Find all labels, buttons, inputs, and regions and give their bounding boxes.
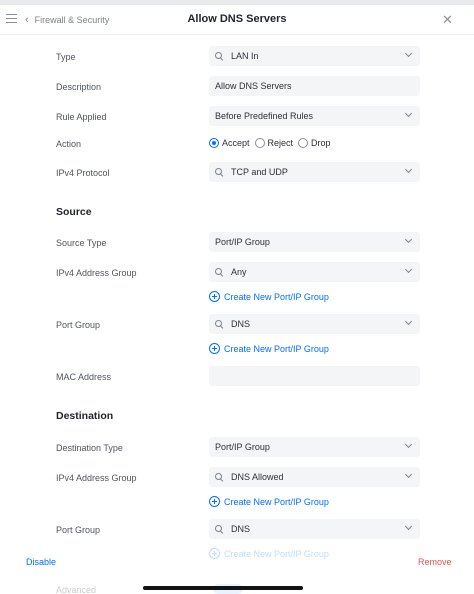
destination-address-group-value: DNS Allowed (231, 472, 284, 482)
header-bar: ‹ Firewall & Security Allow DNS Servers … (0, 5, 474, 35)
remove-button[interactable]: Remove (418, 557, 452, 567)
type-select[interactable]: LAN In (209, 46, 420, 66)
action-accept-label: Accept (222, 138, 250, 148)
source-port-group-label: Port Group (56, 320, 101, 330)
chevron-down-icon (404, 522, 413, 531)
destination-type-select[interactable]: Port/IP Group (209, 437, 420, 457)
chevron-down-icon (404, 235, 413, 244)
rule-applied-value: Before Predefined Rules (215, 111, 314, 121)
protocol-value: TCP and UDP (231, 167, 288, 177)
radio-selected-icon (209, 138, 219, 148)
search-icon (215, 319, 224, 329)
source-create-group-link-1[interactable]: Create New Port/IP Group (209, 291, 329, 302)
destination-type-label: Destination Type (56, 443, 123, 453)
destination-type-value: Port/IP Group (215, 442, 270, 452)
search-icon (215, 267, 224, 277)
chevron-down-icon (404, 165, 413, 174)
chevron-down-icon (404, 317, 413, 326)
create-group-label: Create New Port/IP Group (224, 548, 329, 559)
chevron-down-icon (404, 440, 413, 449)
action-label: Action (56, 139, 82, 149)
source-address-group-label: IPv4 Address Group (56, 268, 137, 278)
search-icon (215, 524, 224, 534)
type-value: LAN In (231, 51, 259, 61)
search-icon (215, 472, 224, 482)
chevron-down-icon (404, 49, 413, 58)
home-indicator (143, 586, 303, 590)
plus-circle-icon (209, 496, 220, 507)
mac-address-input[interactable] (209, 366, 420, 386)
destination-address-group-label: IPv4 Address Group (56, 473, 137, 483)
destination-port-group-select[interactable]: DNS (209, 519, 420, 539)
destination-port-group-label: Port Group (56, 525, 101, 535)
type-label: Type (56, 52, 76, 62)
source-address-group-value: Any (231, 267, 247, 277)
radio-icon (254, 138, 265, 148)
destination-heading: Destination (56, 410, 114, 422)
action-radio-accept[interactable]: Accept (209, 138, 250, 148)
protocol-select[interactable]: TCP and UDP (209, 162, 420, 182)
mac-address-label: MAC Address (56, 372, 112, 382)
plus-circle-icon (209, 548, 220, 559)
description-value: Allow DNS Servers (215, 81, 292, 91)
search-icon (215, 51, 224, 61)
source-type-select[interactable]: Port/IP Group (209, 232, 420, 252)
source-port-group-value: DNS (231, 319, 251, 329)
protocol-label: IPv4 Protocol (56, 168, 110, 178)
destination-address-group-select[interactable]: DNS Allowed (209, 467, 420, 487)
plus-circle-icon (209, 343, 220, 354)
chevron-down-icon (404, 109, 413, 118)
radio-icon (298, 138, 309, 148)
rule-applied-select[interactable]: Before Predefined Rules (209, 106, 420, 126)
action-radio-group: Accept Reject Drop (209, 138, 336, 148)
create-group-label: Create New Port/IP Group (224, 496, 329, 507)
destination-create-group-link-1[interactable]: Create New Port/IP Group (209, 496, 329, 507)
advanced-label: Advanced (56, 585, 97, 594)
chevron-down-icon (404, 470, 413, 479)
description-label: Description (56, 82, 102, 92)
source-address-group-select[interactable]: Any (209, 262, 420, 282)
source-create-group-link-2[interactable]: Create New Port/IP Group (209, 343, 329, 354)
search-icon (215, 167, 224, 177)
action-reject-label: Reject (267, 138, 294, 148)
plus-circle-icon (209, 291, 220, 302)
destination-port-group-value: DNS (231, 524, 251, 534)
source-port-group-select[interactable]: DNS (209, 314, 420, 334)
source-heading: Source (56, 206, 92, 218)
create-group-label: Create New Port/IP Group (224, 291, 329, 302)
action-drop-label: Drop (311, 138, 331, 148)
chevron-down-icon (404, 265, 413, 274)
source-type-label: Source Type (56, 238, 107, 248)
disable-button[interactable]: Disable (26, 557, 56, 567)
rule-applied-label: Rule Applied (56, 112, 107, 122)
source-type-value: Port/IP Group (215, 237, 270, 247)
action-radio-drop[interactable]: Drop (298, 138, 331, 148)
close-icon[interactable]: ✕ (442, 12, 453, 28)
create-group-label: Create New Port/IP Group (224, 343, 329, 354)
action-radio-reject[interactable]: Reject (254, 138, 294, 148)
description-input[interactable]: Allow DNS Servers (209, 76, 420, 96)
page-title: Allow DNS Servers (187, 13, 287, 25)
destination-create-group-link-2[interactable]: Create New Port/IP Group (209, 548, 329, 559)
